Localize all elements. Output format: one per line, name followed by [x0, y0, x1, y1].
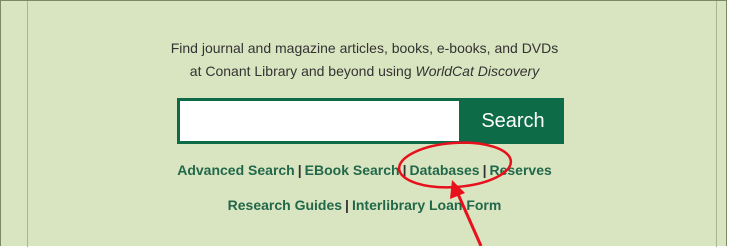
- link-advanced-search[interactable]: Advanced Search: [177, 162, 295, 178]
- intro-line-1: Find journal and magazine articles, book…: [170, 40, 559, 56]
- link-reserves[interactable]: Reserves: [489, 162, 551, 178]
- link-separator: |: [482, 162, 487, 178]
- link-ebook-search[interactable]: EBook Search: [305, 162, 400, 178]
- links-row-1: Advanced Search | EBook Search | Databases | R…: [0, 162, 729, 178]
- intro-line-2-text: at Conant Library and beyond using: [189, 63, 416, 79]
- search-form: Search: [177, 98, 564, 144]
- link-separator: |: [297, 162, 302, 178]
- intro-line-2: at Conant Library and beyond using World…: [0, 63, 729, 79]
- worldcat-discovery-label: WorldCat Discovery: [415, 63, 540, 79]
- link-databases[interactable]: Databases: [410, 162, 480, 178]
- search-input[interactable]: [177, 98, 462, 144]
- link-separator: |: [402, 162, 407, 178]
- link-interlibrary-loan-form[interactable]: Interlibrary Loan Form: [352, 197, 501, 213]
- link-research-guides[interactable]: Research Guides: [228, 197, 342, 213]
- links-row-2: Research Guides | Interlibrary Loan Form: [0, 197, 729, 213]
- search-button[interactable]: Search: [462, 98, 564, 144]
- link-separator: |: [345, 197, 349, 213]
